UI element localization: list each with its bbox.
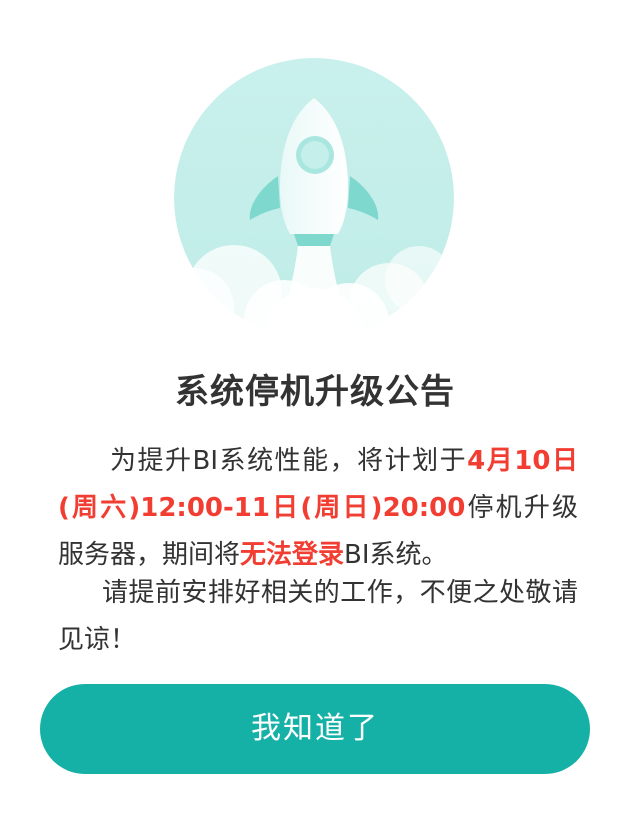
notice-paragraph-1: 为提升BI系统性能，将计划于4月10日(周六)12:00-11日(周日)20:0…	[58, 438, 578, 579]
notice-text: 为提升BI系统性能，将计划于	[110, 446, 468, 476]
notice-dialog: 系统停机升级公告 为提升BI系统性能，将计划于4月10日(周六)12:00-11…	[0, 0, 630, 814]
notice-paragraph-2: 请提前安排好相关的工作，不便之处敬请见谅！	[58, 578, 578, 655]
confirm-button[interactable]: 我知道了	[40, 684, 590, 774]
unavailable-status: 无法登录	[240, 540, 345, 570]
dialog-title: 系统停机升级公告	[175, 372, 455, 412]
rocket-illustration	[174, 58, 454, 338]
notice-text: BI系统。	[344, 540, 448, 570]
